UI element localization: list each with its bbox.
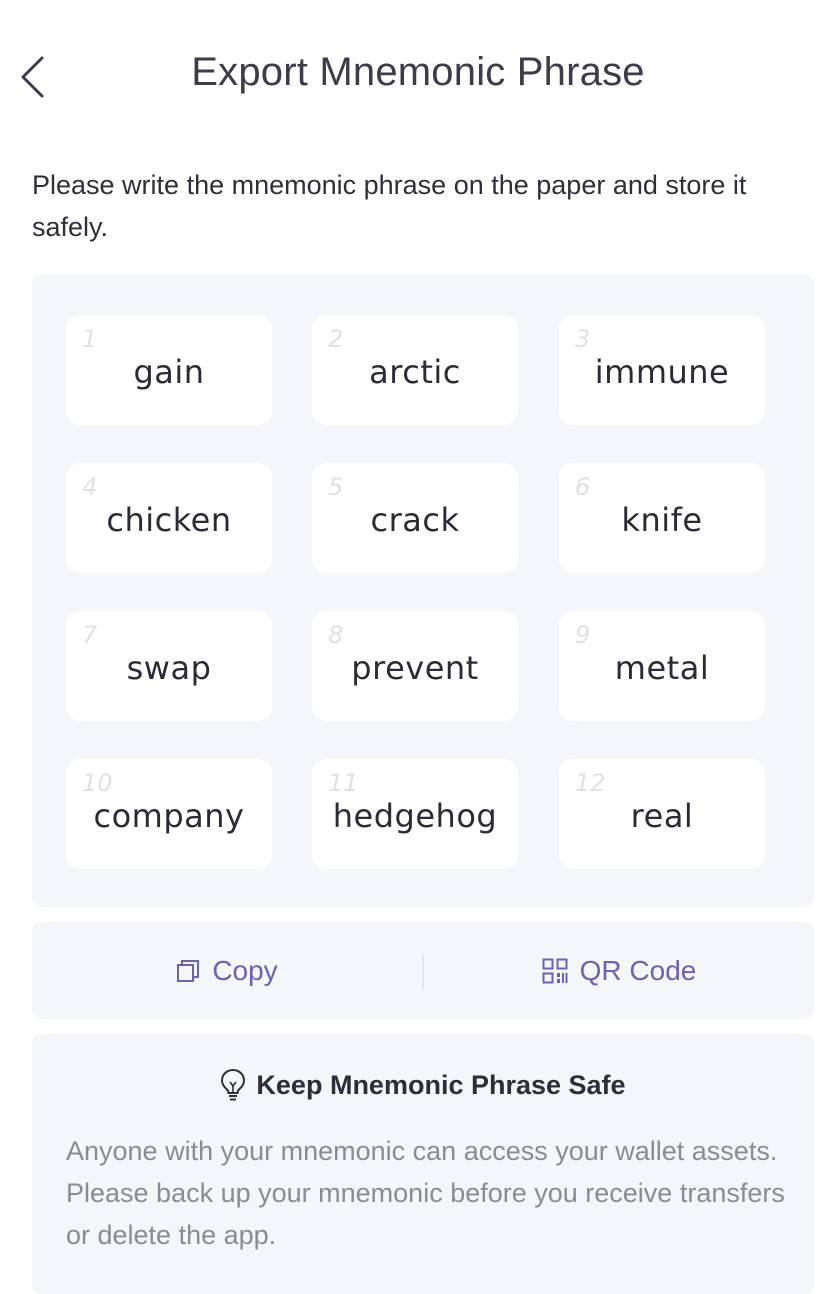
- word-text: crack: [370, 501, 460, 539]
- word-text: hedgehog: [332, 797, 498, 835]
- mnemonic-grid: 1 gain 2 arctic 3 immune 4 chicken 5 cra…: [32, 275, 814, 907]
- word-index: 10: [82, 769, 113, 797]
- mnemonic-word-card: 3 immune: [559, 315, 765, 425]
- word-index: 2: [328, 325, 344, 353]
- action-bar: Copy QR Code: [32, 922, 814, 1019]
- word-index: 8: [328, 621, 344, 649]
- word-index: 6: [575, 473, 591, 501]
- mnemonic-word-card: 11 hedgehog: [312, 759, 518, 869]
- tips-heading: Keep Mnemonic Phrase Safe: [32, 1068, 814, 1102]
- qr-code-button[interactable]: QR Code: [424, 922, 814, 1019]
- word-index: 12: [575, 769, 606, 797]
- word-index: 1: [82, 325, 98, 353]
- mnemonic-word-card: 8 prevent: [312, 611, 518, 721]
- page-title: Export Mnemonic Phrase: [191, 50, 645, 94]
- word-text: metal: [614, 649, 710, 687]
- mnemonic-word-card: 6 knife: [559, 463, 765, 573]
- instruction-text: Please write the mnemonic phrase on the …: [32, 170, 747, 242]
- word-index: 5: [328, 473, 344, 501]
- qr-code-icon: [542, 958, 568, 984]
- header: Export Mnemonic Phrase: [0, 0, 836, 150]
- word-text: gain: [133, 353, 205, 391]
- word-text: prevent: [351, 649, 479, 687]
- tips-heading-text: Keep Mnemonic Phrase Safe: [256, 1069, 626, 1100]
- word-text: real: [630, 797, 694, 835]
- copy-icon: [176, 959, 200, 983]
- word-text: immune: [594, 353, 730, 391]
- copy-button[interactable]: Copy: [32, 922, 422, 1019]
- word-index: 11: [328, 769, 359, 797]
- mnemonic-word-card: 9 metal: [559, 611, 765, 721]
- copy-label: Copy: [212, 954, 278, 986]
- mnemonic-word-card: 4 chicken: [66, 463, 272, 573]
- tips-body: Anyone with your mnemonic can access you…: [66, 1136, 785, 1250]
- mnemonic-word-card: 1 gain: [66, 315, 272, 425]
- word-text: chicken: [106, 501, 232, 539]
- word-text: knife: [621, 501, 703, 539]
- word-index: 3: [575, 325, 591, 353]
- word-index: 7: [82, 621, 98, 649]
- mnemonic-word-card: 12 real: [559, 759, 765, 869]
- mnemonic-word-card: 5 crack: [312, 463, 518, 573]
- word-index: 9: [575, 621, 591, 649]
- mnemonic-word-card: 10 company: [66, 759, 272, 869]
- word-index: 4: [82, 473, 98, 501]
- qr-code-label: QR Code: [579, 954, 697, 986]
- word-text: company: [93, 797, 245, 835]
- lightbulb-icon: [220, 1068, 246, 1102]
- word-text: arctic: [369, 353, 461, 391]
- mnemonic-word-card: 7 swap: [66, 611, 272, 721]
- word-text: swap: [126, 649, 212, 687]
- safety-tips-panel: Keep Mnemonic Phrase Safe Anyone with yo…: [32, 1034, 814, 1294]
- mnemonic-word-card: 2 arctic: [312, 315, 518, 425]
